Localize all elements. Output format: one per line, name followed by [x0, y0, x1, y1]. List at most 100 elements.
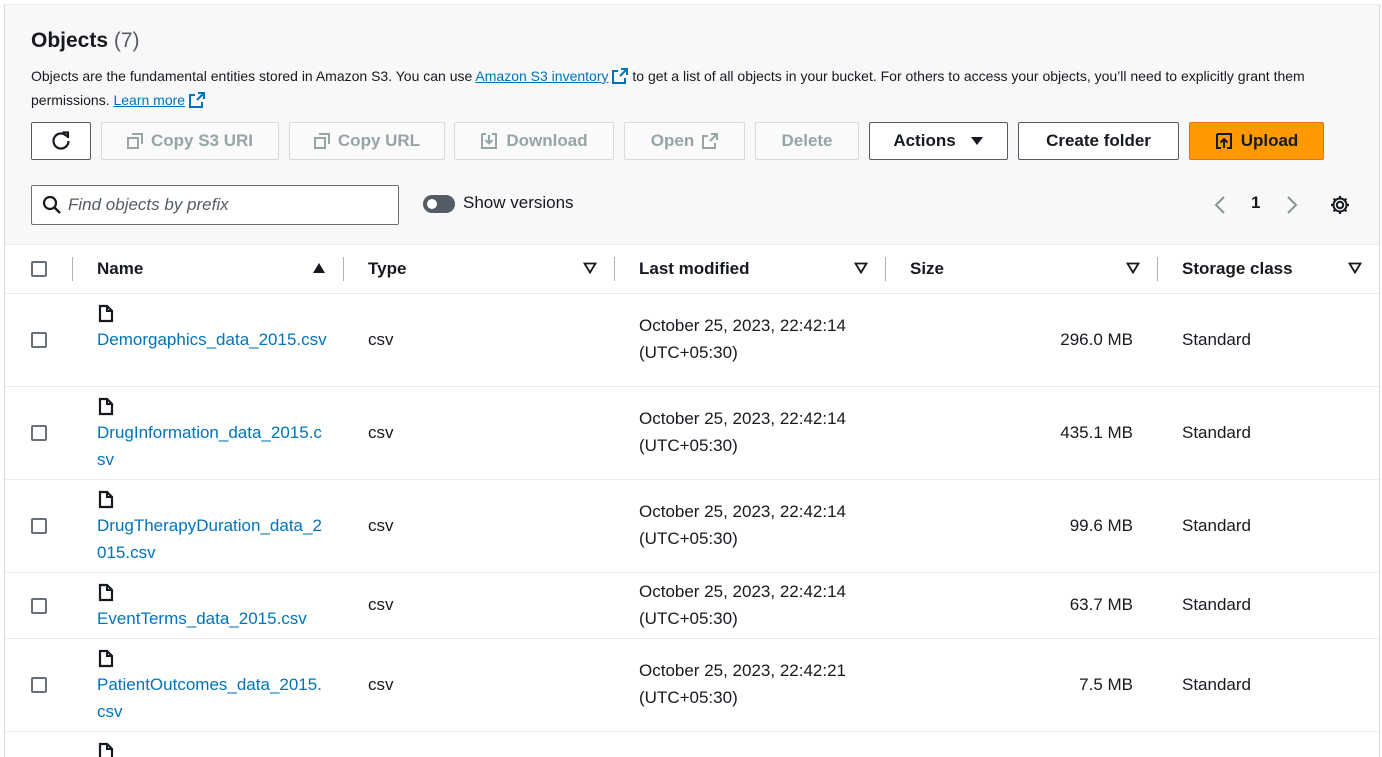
table-header: Name Type Last modified Size Storage cla… — [5, 244, 1379, 294]
copy-icon — [313, 133, 330, 149]
object-last-modified: October 25, 2023, 22:42:14 (UTC+05:30) — [639, 498, 846, 552]
sort-icon[interactable] — [1348, 262, 1362, 274]
sort-ascending-icon[interactable] — [312, 262, 326, 274]
column-divider — [1157, 257, 1158, 281]
search-icon — [42, 195, 61, 214]
table-row[interactable]: DrugInformation_data_2015.csv csv Octobe… — [5, 387, 1379, 480]
object-size: 435.1 MB — [1060, 423, 1133, 442]
open-button[interactable]: Open — [624, 122, 745, 160]
external-link-icon — [702, 133, 719, 149]
current-page[interactable]: 1 — [1251, 193, 1260, 213]
objects-panel: Objects (7) Objects are the fundamental … — [4, 4, 1380, 757]
chevron-right-icon[interactable] — [1285, 195, 1299, 215]
modified-timezone: (UTC+05:30) — [639, 436, 738, 455]
learn-more-link[interactable]: Learn more — [113, 92, 185, 108]
row-checkbox[interactable] — [31, 598, 47, 614]
row-checkbox[interactable] — [31, 677, 47, 693]
table-row[interactable]: PatientOutcomes_data_2015.csv csv Octobe… — [5, 639, 1379, 732]
modified-date: October 25, 2023, 22:42:14 — [639, 409, 846, 428]
title-text: Objects — [31, 29, 109, 52]
table-row[interactable]: Demorgaphics_data_2015.csv csv October 2… — [5, 294, 1379, 387]
modified-date: October 25, 2023, 22:42:14 — [639, 502, 846, 521]
download-icon — [481, 133, 498, 149]
file-icon — [98, 397, 114, 416]
object-size: 296.0 MB — [1060, 330, 1133, 349]
sort-icon[interactable] — [854, 262, 868, 274]
row-checkbox[interactable] — [31, 332, 47, 348]
object-size: 99.6 MB — [1069, 516, 1133, 535]
object-type: csv — [368, 423, 394, 442]
object-size: 7.5 MB — [1079, 675, 1133, 694]
table-row[interactable]: EventTerms_data_2015.csv csv October 25,… — [5, 573, 1379, 639]
s3-inventory-link[interactable]: Amazon S3 inventory — [475, 68, 608, 84]
caret-down-icon — [970, 137, 983, 145]
page-title: Objects (7) — [31, 29, 140, 53]
column-header-last-modified[interactable]: Last modified — [639, 245, 750, 293]
description-text-1: Objects are the fundamental entities sto… — [31, 68, 476, 84]
object-storage-class: Standard — [1182, 330, 1251, 349]
object-name-link[interactable]: DrugInformation_data_2015.csv — [97, 419, 327, 473]
modified-date: October 25, 2023, 22:42:14 — [639, 316, 846, 335]
object-type: csv — [368, 330, 394, 349]
object-storage-class: Standard — [1182, 595, 1251, 614]
upload-icon — [1215, 133, 1232, 149]
copy-url-button[interactable]: Copy URL — [289, 122, 445, 160]
select-all-checkbox[interactable] — [31, 261, 47, 277]
copy-url-label: Copy URL — [337, 131, 421, 150]
modified-timezone: (UTC+05:30) — [639, 688, 738, 707]
show-versions-label: Show versions — [463, 193, 574, 212]
open-label: Open — [650, 131, 695, 150]
download-label: Download — [506, 131, 588, 150]
row-checkbox[interactable] — [31, 425, 47, 441]
row-checkbox[interactable] — [31, 518, 47, 534]
sort-icon[interactable] — [583, 262, 597, 274]
copy-s3-uri-button[interactable]: Copy S3 URI — [101, 122, 279, 160]
object-name-link[interactable]: Demorgaphics_data_2015.csv — [97, 326, 327, 353]
column-header-storage-class[interactable]: Storage class — [1182, 245, 1293, 293]
object-storage-class: Standard — [1182, 675, 1251, 694]
column-header-name[interactable]: Name — [97, 245, 143, 293]
actions-label: Actions — [893, 131, 956, 150]
download-button[interactable]: Download — [454, 122, 614, 160]
description: Objects are the fundamental entities sto… — [31, 64, 1351, 112]
modified-date: October 25, 2023, 22:42:21 — [639, 661, 846, 680]
create-folder-label: Create folder — [1046, 131, 1151, 150]
upload-label: Upload — [1240, 131, 1299, 150]
delete-button[interactable]: Delete — [755, 122, 859, 160]
upload-button[interactable]: Upload — [1189, 122, 1324, 160]
object-name-link[interactable]: PatientOutcomes_data_2015.csv — [97, 671, 327, 725]
search-input[interactable] — [62, 187, 388, 223]
object-type: csv — [368, 675, 394, 694]
gear-icon[interactable] — [1329, 194, 1351, 216]
file-icon — [98, 742, 114, 757]
create-folder-button[interactable]: Create folder — [1018, 122, 1179, 160]
show-versions-toggle[interactable] — [423, 195, 455, 213]
external-link-icon[interactable] — [189, 92, 206, 108]
actions-dropdown[interactable]: Actions — [869, 122, 1008, 160]
file-icon — [98, 583, 114, 602]
object-name-link[interactable]: EventTerms_data_2015.csv — [97, 605, 337, 632]
file-icon — [98, 649, 114, 668]
table-row[interactable]: DrugTherapyDuration_data_2015.csv csv Oc… — [5, 480, 1379, 573]
search-box — [31, 185, 399, 225]
object-last-modified: October 25, 2023, 22:42:21 (UTC+05:30) — [639, 657, 846, 711]
sort-icon[interactable] — [1126, 262, 1140, 274]
column-divider — [885, 257, 886, 281]
refresh-button[interactable] — [31, 122, 91, 160]
delete-label: Delete — [781, 131, 833, 150]
chevron-left-icon[interactable] — [1213, 195, 1227, 215]
objects-table: Name Type Last modified Size Storage cla… — [5, 244, 1379, 757]
external-link-icon[interactable] — [612, 68, 629, 84]
object-last-modified: October 25, 2023, 22:42:14 (UTC+05:30) — [639, 578, 846, 632]
object-name-link[interactable]: DrugTherapyDuration_data_2015.csv — [97, 512, 327, 566]
modified-timezone: (UTC+05:30) — [639, 529, 738, 548]
column-divider — [343, 257, 344, 281]
column-header-type[interactable]: Type — [368, 245, 406, 293]
object-last-modified: October 25, 2023, 22:42:14 (UTC+05:30) — [639, 312, 846, 366]
column-header-size[interactable]: Size — [910, 245, 944, 293]
column-divider — [614, 257, 615, 281]
object-size: 63.7 MB — [1069, 595, 1133, 614]
object-last-modified: October 25, 2023, 22:42:14 (UTC+05:30) — [639, 405, 846, 459]
table-row[interactable] — [5, 732, 1379, 757]
object-storage-class: Standard — [1182, 516, 1251, 535]
